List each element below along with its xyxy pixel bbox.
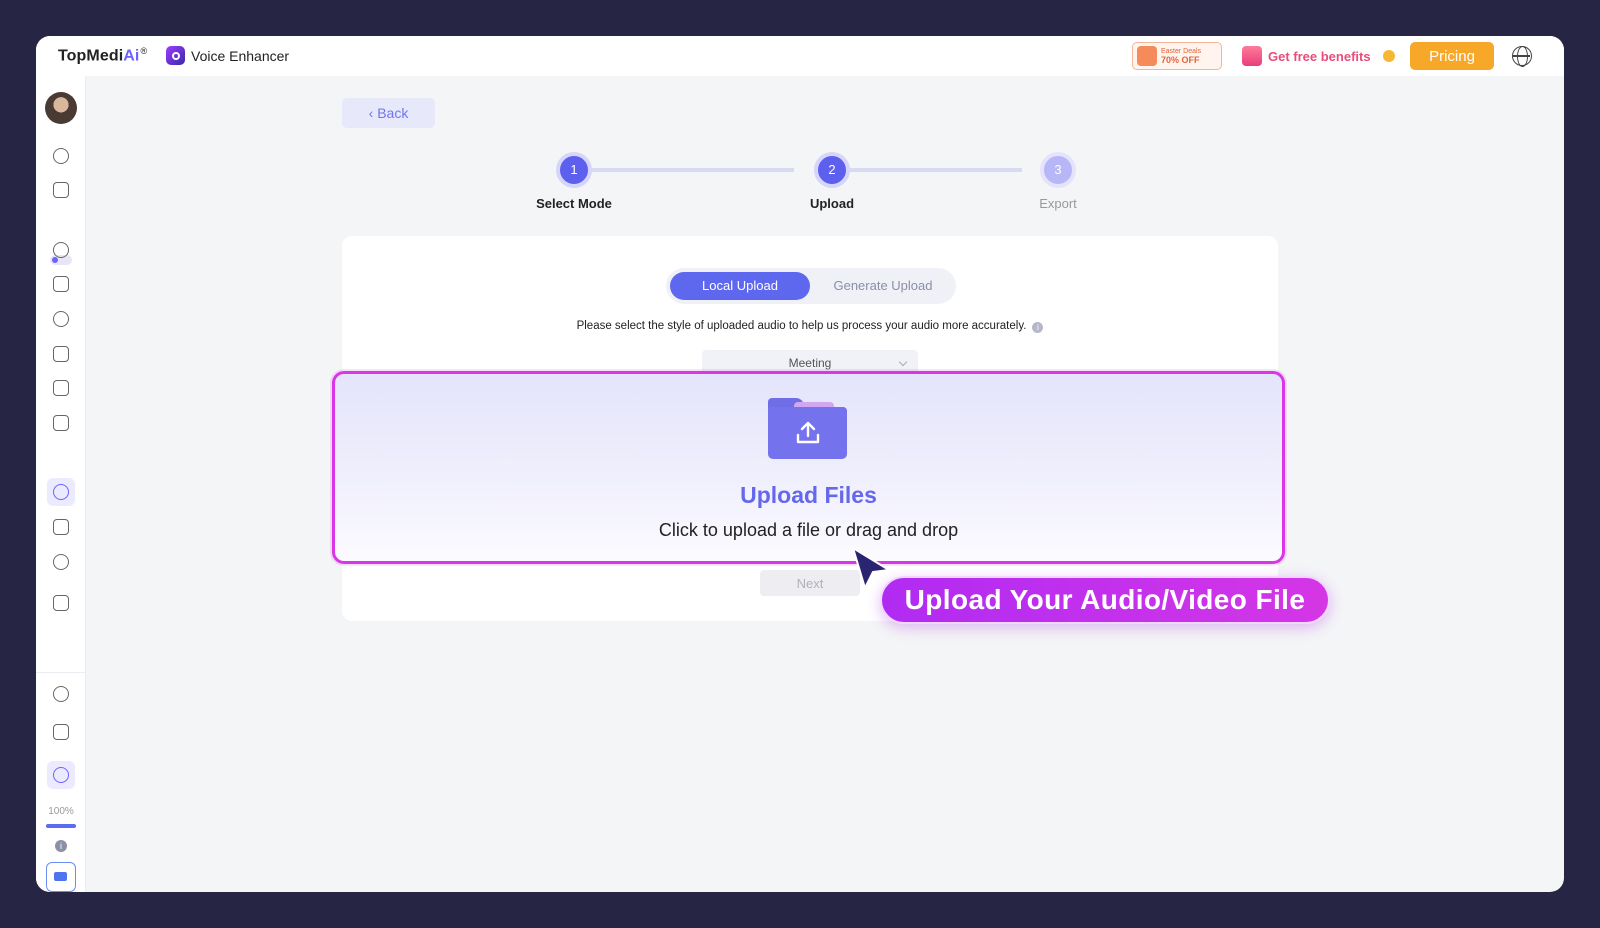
coin-icon <box>1382 50 1395 62</box>
sidebar: 100% i <box>36 76 86 892</box>
step-1-label: Select Mode <box>536 196 612 211</box>
chat-icon[interactable] <box>53 686 69 702</box>
step-connector <box>574 168 794 172</box>
tab-generate-upload[interactable]: Generate Upload <box>814 272 952 300</box>
step-1-circle: 1 <box>556 152 592 188</box>
free-benefits-link[interactable]: Get free benefits <box>1242 46 1395 66</box>
zoom-percent: 100% <box>48 806 74 817</box>
app-switcher[interactable]: Voice Enhancer <box>166 46 289 65</box>
eraser-icon[interactable] <box>53 148 69 164</box>
gift-box-icon <box>1242 46 1262 66</box>
brand-logo[interactable]: TopMediAi® <box>58 46 147 65</box>
upload-folder-icon <box>768 398 847 459</box>
gift-icon <box>1137 46 1157 66</box>
toggle-knob <box>52 257 58 263</box>
credit-card-button[interactable] <box>46 862 76 892</box>
next-button[interactable]: Next <box>760 570 860 596</box>
step-3-label: Export <box>1039 196 1077 211</box>
chevron-left-icon: ‹ <box>368 105 378 121</box>
step-2-circle: 2 <box>814 152 850 188</box>
brand-ai: Ai <box>123 47 140 65</box>
info-icon[interactable]: i <box>55 840 67 852</box>
step-connector <box>832 168 1022 172</box>
microphone-icon[interactable] <box>53 767 69 783</box>
selected-mode: Meeting <box>788 356 832 370</box>
benefits-label: Get free benefits <box>1268 48 1371 64</box>
language-globe-icon[interactable] <box>1512 46 1532 67</box>
deal-text: Easter Deals 70% OFF <box>1161 47 1201 65</box>
sidebar-divider <box>36 672 86 673</box>
app-window: TopMediAi® Voice Enhancer Easter Deals 7… <box>36 36 1564 892</box>
upload-source-tabs: Local Upload Generate Upload <box>666 268 956 304</box>
chevron-down-icon <box>898 357 908 367</box>
audio-style-hint: Please select the style of uploaded audi… <box>342 320 1278 333</box>
upload-callout-banner: Upload Your Audio/Video File <box>880 576 1330 624</box>
zoom-progress-fill <box>46 824 76 828</box>
microphone-icon[interactable] <box>53 484 69 500</box>
upload-dropzone[interactable]: Upload Files Click to upload a file or d… <box>332 371 1285 564</box>
upload-title: Upload Files <box>740 482 877 508</box>
avatar[interactable] <box>45 92 77 124</box>
toolbox-icon[interactable] <box>53 595 69 611</box>
upload-arrow-icon <box>796 421 820 444</box>
progress-stepper: 1 2 3 Select Mode Upload Export <box>536 148 1096 218</box>
brand-registered-mark: ® <box>140 46 148 56</box>
pen-icon[interactable] <box>53 380 69 396</box>
globe-icon[interactable] <box>53 554 69 570</box>
back-label: Back <box>377 105 409 121</box>
hint-text: Please select the style of uploaded audi… <box>576 320 1027 332</box>
info-icon[interactable]: i <box>1032 322 1044 333</box>
document-icon[interactable] <box>53 415 69 431</box>
brand-name: TopMedi <box>58 47 124 65</box>
apps-icon[interactable] <box>53 724 69 740</box>
voice-changer-icon[interactable] <box>53 242 69 258</box>
back-button[interactable]: ‹ Back <box>342 98 435 128</box>
step-2-label: Upload <box>809 196 855 211</box>
credit-card-icon <box>54 872 67 881</box>
zoom-progress-bar <box>46 824 76 828</box>
pricing-button[interactable]: Pricing <box>1410 42 1494 70</box>
top-bar: TopMediAi® Voice Enhancer Easter Deals 7… <box>36 36 1564 76</box>
tab-local-upload[interactable]: Local Upload <box>670 272 810 300</box>
speaker-icon[interactable] <box>53 519 69 535</box>
audio-icon[interactable] <box>53 311 69 327</box>
video-icon[interactable] <box>53 276 69 292</box>
app-name: Voice Enhancer <box>191 47 290 64</box>
text-image-icon[interactable] <box>53 346 69 362</box>
folder-icon[interactable] <box>53 182 69 198</box>
voice-enhancer-icon <box>166 46 185 65</box>
upload-subtitle: Click to upload a file or drag and drop <box>658 520 959 540</box>
easter-deal-banner[interactable]: Easter Deals 70% OFF <box>1132 42 1222 70</box>
deal-line-2: 70% OFF <box>1161 55 1200 65</box>
step-3-circle: 3 <box>1040 152 1076 188</box>
